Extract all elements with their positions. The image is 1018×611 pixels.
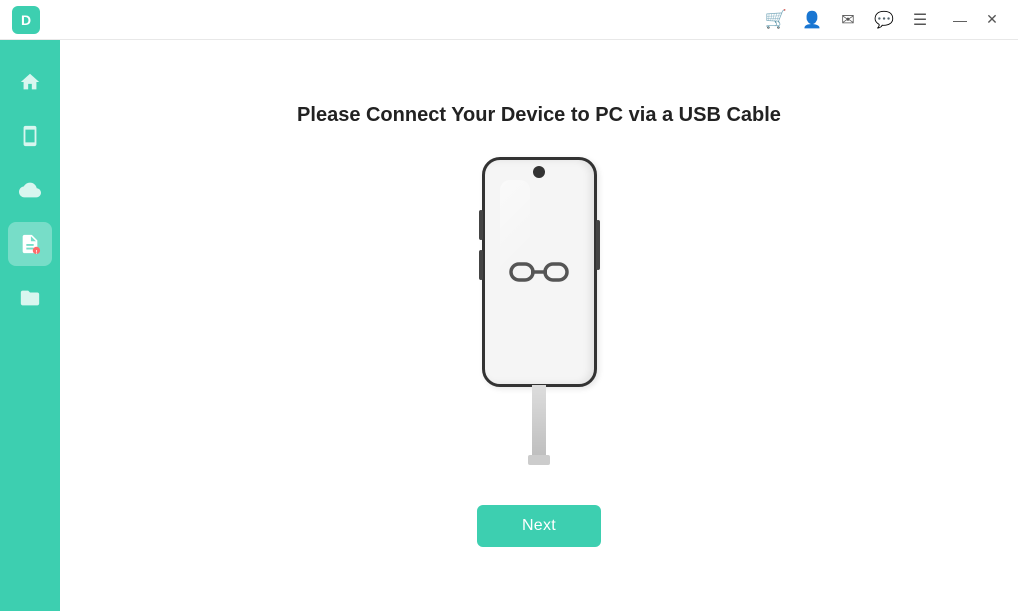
phone-illustration [482, 157, 597, 465]
main-layout: ! Please Connect Your Device to PC via a… [0, 40, 1018, 611]
sidebar: ! [0, 40, 60, 611]
recovery-icon: ! [19, 233, 41, 255]
minimize-button[interactable]: — [946, 6, 974, 34]
home-icon [19, 71, 41, 93]
sidebar-item-device[interactable] [8, 114, 52, 158]
link-icon [509, 258, 569, 286]
svg-text:!: ! [35, 250, 37, 255]
sidebar-item-files[interactable] [8, 276, 52, 320]
folder-icon [19, 287, 41, 309]
next-button[interactable]: Next [477, 505, 601, 547]
window-controls: — ✕ [946, 6, 1006, 34]
user-icon[interactable]: 👤 [798, 6, 826, 34]
title-bar-right: 🛒 👤 ✉ 💬 ☰ — ✕ [762, 6, 1006, 34]
phone-body [482, 157, 597, 387]
cart-icon[interactable]: 🛒 [762, 6, 790, 34]
close-button[interactable]: ✕ [978, 6, 1006, 34]
cloud-icon [19, 179, 41, 201]
device-icon [19, 125, 41, 147]
usb-connector [528, 455, 550, 465]
title-bar-left: D [12, 6, 40, 34]
chat-icon[interactable]: 💬 [870, 6, 898, 34]
app-logo: D [12, 6, 40, 34]
sidebar-item-recovery[interactable]: ! [8, 222, 52, 266]
phone-vol-button-1 [479, 210, 483, 240]
menu-icon[interactable]: ☰ [906, 6, 934, 34]
page-title: Please Connect Your Device to PC via a U… [297, 104, 781, 127]
sidebar-item-home[interactable] [8, 60, 52, 104]
content-area: Please Connect Your Device to PC via a U… [60, 40, 1018, 611]
chain-link-svg [509, 258, 569, 286]
phone-shine [500, 180, 530, 310]
title-bar: D 🛒 👤 ✉ 💬 ☰ — ✕ [0, 0, 1018, 40]
usb-cable [532, 385, 546, 465]
sidebar-item-backup[interactable] [8, 168, 52, 212]
mail-icon[interactable]: ✉ [834, 6, 862, 34]
phone-vol-button-2 [479, 250, 483, 280]
